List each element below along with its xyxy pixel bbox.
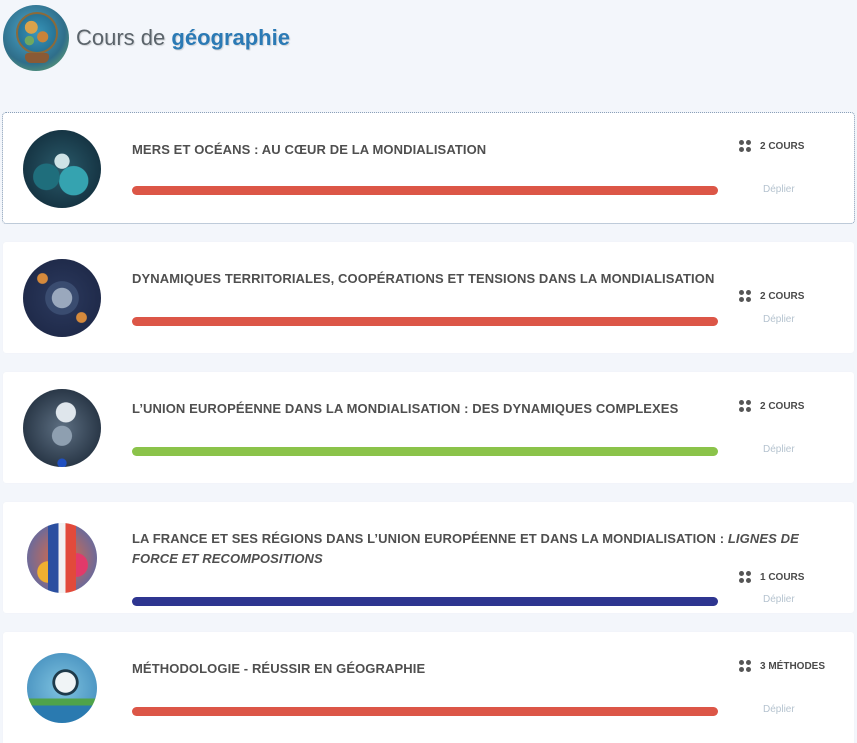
progress-bar [132, 186, 718, 195]
page-title: Cours de géographie [76, 25, 290, 50]
globe-icon [3, 5, 69, 71]
page-header: Cours de géographie [3, 5, 290, 71]
unfold-button[interactable]: Déplier [763, 704, 795, 715]
chapter-title[interactable]: MERS ET OCÉANS : AU CŒUR DE LA MONDIALIS… [132, 140, 822, 160]
grid-dots-icon [739, 140, 752, 153]
course-count: 2 COURS [739, 290, 804, 303]
unfold-button[interactable]: Déplier [763, 184, 795, 195]
magnifier-landscape-icon [27, 653, 97, 723]
grid-dots-icon [739, 400, 752, 413]
unfold-button[interactable]: Déplier [763, 594, 795, 605]
grid-dots-icon [739, 290, 752, 303]
chapter-title[interactable]: MÉTHODOLOGIE - RÉUSSIR EN GÉOGRAPHIE [132, 659, 822, 679]
france-regions-illustration-icon [27, 523, 97, 593]
progress-bar [132, 597, 718, 606]
unfold-button[interactable]: Déplier [763, 444, 795, 455]
chapter-card[interactable]: DYNAMIQUES TERRITORIALES, COOPÉRATIONS E… [3, 242, 854, 353]
course-count: 2 COURS [739, 140, 804, 153]
chapter-card[interactable]: MÉTHODOLOGIE - RÉUSSIR EN GÉOGRAPHIE 3 M… [3, 632, 854, 743]
chapter-card[interactable]: MERS ET OCÉANS : AU CŒUR DE LA MONDIALIS… [2, 112, 855, 224]
oceans-illustration-icon [23, 130, 101, 208]
chapter-title[interactable]: DYNAMIQUES TERRITORIALES, COOPÉRATIONS E… [132, 269, 822, 289]
unfold-button[interactable]: Déplier [763, 314, 795, 325]
course-count: 2 COURS [739, 400, 804, 413]
progress-bar [132, 317, 718, 326]
course-count: 3 MÉTHODES [739, 660, 825, 673]
world-network-illustration-icon [23, 259, 101, 337]
european-union-illustration-icon [23, 389, 101, 467]
progress-bar [132, 447, 718, 456]
progress-bar [132, 707, 718, 716]
chapter-title[interactable]: L’UNION EUROPÉENNE DANS LA MONDIALISATIO… [132, 399, 732, 419]
chapter-card[interactable]: LA FRANCE ET SES RÉGIONS DANS L’UNION EU… [3, 502, 854, 613]
chapter-title[interactable]: LA FRANCE ET SES RÉGIONS DANS L’UNION EU… [132, 529, 822, 569]
grid-dots-icon [739, 571, 752, 584]
grid-dots-icon [739, 660, 752, 673]
course-count: 1 COURS [739, 571, 804, 584]
chapter-card[interactable]: L’UNION EUROPÉENNE DANS LA MONDIALISATIO… [3, 372, 854, 483]
